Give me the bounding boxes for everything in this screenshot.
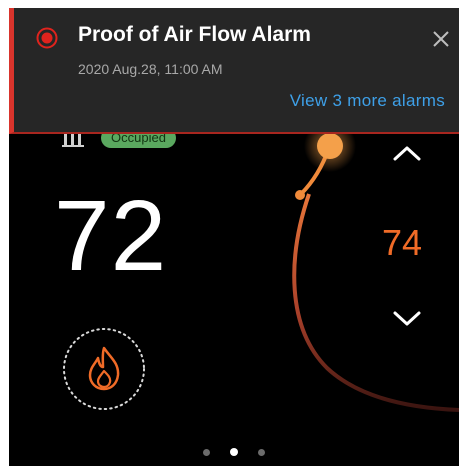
alarm-notification: Proof of Air Flow Alarm 2020 Aug.28, 11:… bbox=[9, 8, 459, 134]
close-icon[interactable] bbox=[430, 28, 452, 50]
flame-icon bbox=[88, 346, 120, 391]
dial-knob bbox=[317, 133, 343, 159]
thermostat-screen: Occupied 72 74 Proof of Air Flow Alarm 2… bbox=[9, 8, 459, 466]
alarm-title: Proof of Air Flow Alarm bbox=[78, 23, 311, 46]
setpoint-value: 74 bbox=[382, 222, 423, 263]
page-dot-2[interactable] bbox=[230, 448, 238, 456]
view-more-alarms-link[interactable]: View 3 more alarms bbox=[290, 91, 445, 111]
page-dot-3[interactable] bbox=[258, 448, 265, 456]
alarm-timestamp: 2020 Aug.28, 11:00 AM bbox=[78, 61, 223, 77]
page-indicator bbox=[9, 444, 459, 460]
chevron-up-icon[interactable] bbox=[392, 144, 422, 162]
dial-marker bbox=[295, 190, 305, 200]
chevron-down-icon[interactable] bbox=[392, 310, 422, 328]
system-mode-button[interactable] bbox=[61, 326, 147, 412]
page-dot-1[interactable] bbox=[203, 448, 210, 456]
dial-arc bbox=[292, 193, 459, 412]
alarm-indicator-icon bbox=[36, 27, 58, 49]
current-temperature: 72 bbox=[54, 180, 168, 292]
